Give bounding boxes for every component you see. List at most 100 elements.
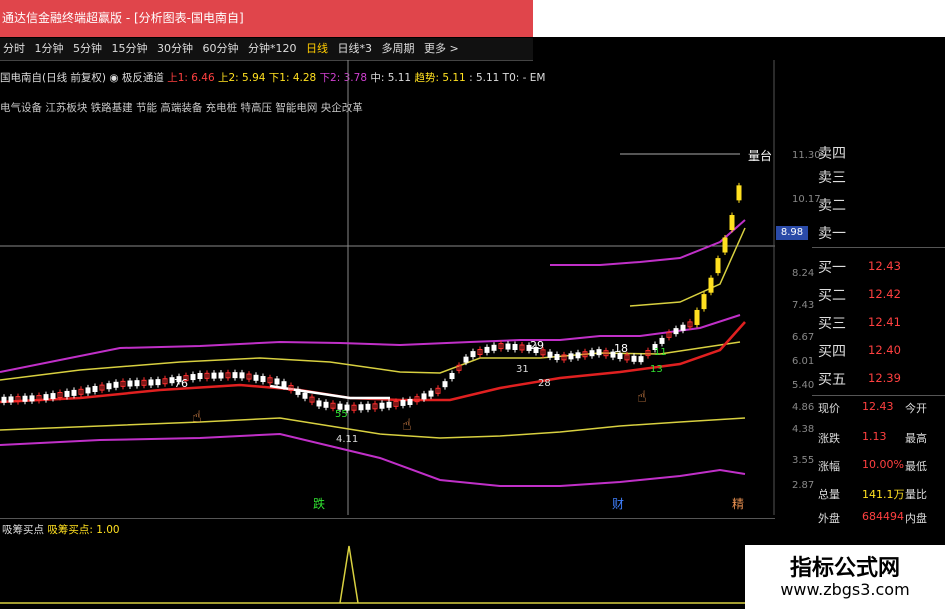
lower-band-inner <box>0 417 746 439</box>
window-title: 通达信金融终端超赢版 - [分析图表-国电南自] <box>0 0 535 37</box>
candle <box>239 372 245 379</box>
candle <box>680 324 686 331</box>
middle-line <box>0 321 746 404</box>
price-tick: 5.40 <box>792 380 815 391</box>
candle <box>659 337 665 344</box>
candle <box>701 294 707 310</box>
candle <box>736 185 742 201</box>
crosshair-price-tag: 8.98 <box>776 226 808 240</box>
candle <box>491 344 497 351</box>
quote-pct-label: 涨幅 <box>818 460 840 473</box>
quote-in-label: 内盘 <box>905 512 927 525</box>
sell-level-label: 卖三 <box>818 170 846 186</box>
buy-level-price: 12.43 <box>868 259 901 273</box>
candle <box>85 387 91 394</box>
period-tab-3[interactable]: 15分钟 <box>109 42 151 55</box>
period-tab-9[interactable]: 多周期 <box>379 42 418 55</box>
candle <box>92 386 98 392</box>
period-tab-5[interactable]: 60分钟 <box>200 42 242 55</box>
period-toolbar: 分时 1分钟 5分钟 15分钟 30分钟 60分钟 分钟*120 日线 日线*3… <box>0 38 533 61</box>
sub-spike <box>339 545 359 604</box>
candle <box>22 395 28 402</box>
orderbook-divider <box>812 247 945 248</box>
candle <box>694 309 700 325</box>
chart-number: 29 <box>530 339 544 352</box>
bottom-marker: 财 <box>612 497 624 511</box>
candle <box>407 399 413 405</box>
candle <box>400 399 406 406</box>
candle <box>134 380 140 387</box>
price-tick: 8.24 <box>792 268 815 279</box>
buy-level-price: 12.40 <box>868 343 901 357</box>
upper-band-inner <box>0 341 741 381</box>
period-tab-0[interactable]: 分时 <box>0 42 28 55</box>
sub-panel-divider <box>0 518 775 519</box>
candle <box>596 349 602 356</box>
candle <box>8 396 14 403</box>
quote-change: 1.13 <box>862 430 887 443</box>
candle <box>218 372 224 379</box>
kline-chart[interactable]: ☝ ☝ ☝ 76 55 4.11 29 18 28 11 13 31 量台 跌 … <box>0 60 775 515</box>
buy-level-price: 12.42 <box>868 287 901 301</box>
buy-level-label: 买四 <box>818 344 846 360</box>
candle <box>708 277 714 293</box>
buy-level-label: 买五 <box>818 372 846 388</box>
period-tab-6[interactable]: 分钟*120 <box>245 42 300 55</box>
candle <box>148 379 154 386</box>
candle <box>365 403 371 410</box>
price-tick: 6.01 <box>792 356 815 367</box>
candle <box>463 356 469 363</box>
candle <box>554 354 560 360</box>
candle <box>274 378 280 385</box>
period-tab-10[interactable]: 更多 > <box>421 42 462 55</box>
candle <box>449 373 455 379</box>
chart-annotation: 量台 <box>748 148 772 163</box>
chart-number: 76 <box>174 377 188 390</box>
candle <box>729 215 735 230</box>
buy-level-label: 买一 <box>818 260 846 276</box>
candle <box>386 401 392 408</box>
candle <box>64 390 70 397</box>
quote-out: 684494 <box>862 510 904 523</box>
candle <box>113 381 119 388</box>
chart-number: 18 <box>614 342 628 355</box>
period-tab-2[interactable]: 5分钟 <box>70 42 105 55</box>
trend-white-segment <box>269 384 390 400</box>
period-tab-4[interactable]: 30分钟 <box>154 42 196 55</box>
candle <box>260 376 266 383</box>
watermark-title: 指标公式网 <box>789 556 900 581</box>
candle <box>302 392 308 399</box>
lower-band-outer <box>0 432 746 487</box>
candle <box>568 353 574 360</box>
candle <box>638 356 644 363</box>
candle <box>631 355 637 362</box>
period-tab-7[interactable]: 日线 <box>303 42 331 55</box>
price-tick: 6.67 <box>792 332 815 343</box>
candle <box>316 400 322 407</box>
sub-indicator-chart[interactable] <box>0 520 745 609</box>
candle <box>127 380 133 387</box>
hand-pointer-icon: ☝ <box>192 407 202 426</box>
candle <box>589 350 595 357</box>
candle <box>379 402 385 409</box>
title-blank-area <box>533 0 945 37</box>
candle <box>155 379 161 386</box>
bottom-marker: 跌 <box>313 496 325 511</box>
quote-current: 12.43 <box>862 400 894 413</box>
candle <box>281 381 287 388</box>
period-tab-1[interactable]: 1分钟 <box>32 42 67 55</box>
price-tick: 4.38 <box>792 424 815 435</box>
quote-vol-label: 总量 <box>818 488 840 501</box>
period-tab-8[interactable]: 日线*3 <box>335 42 376 55</box>
candle <box>211 372 217 379</box>
chart-number: 13 <box>650 364 663 375</box>
candle <box>484 346 490 353</box>
candle <box>358 404 364 411</box>
candle <box>575 352 581 359</box>
candle <box>232 372 238 379</box>
candle <box>29 395 35 402</box>
candle <box>547 351 553 358</box>
quote-change-label: 涨跌 <box>818 432 840 445</box>
price-tick: 2.87 <box>792 480 815 491</box>
quote-current-label: 现价 <box>818 402 840 415</box>
